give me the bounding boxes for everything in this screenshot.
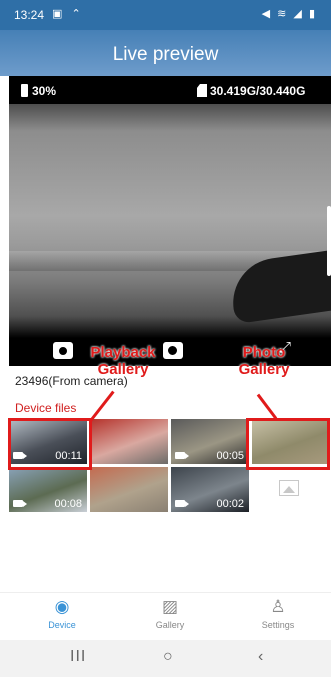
app-header: Live preview [0, 30, 331, 76]
video-duration: 00:05 [216, 450, 244, 462]
edge-panel-handle[interactable] [327, 206, 331, 276]
take-photo-button[interactable] [53, 342, 73, 359]
nav-device[interactable]: ◉ Device [22, 597, 102, 630]
bottom-nav: ◉ Device ▨ Gallery ♙ Settings [0, 592, 331, 640]
preview-info-bar: 30% 30.419G/30.440G [9, 76, 331, 104]
signal-battery-icons: ◀ ≋ ◢ ▮ [261, 8, 317, 20]
notification-icons: ▣ ⌃ [52, 8, 84, 20]
live-preview-view[interactable]: 30% 30.419G/30.440G ⤢ [9, 76, 331, 366]
nav-gallery[interactable]: ▨ Gallery [130, 597, 210, 630]
device-files-label: Device files [15, 401, 77, 415]
nav-settings[interactable]: ♙ Settings [238, 597, 318, 630]
nav-settings-label: Settings [261, 620, 295, 630]
video-camera-icon [13, 500, 27, 507]
recents-button[interactable]: III [70, 648, 86, 666]
battery-level: 30% [32, 84, 57, 98]
video-thumbnail[interactable]: 00:02 [170, 466, 250, 513]
video-thumbnail[interactable]: 00:05 [170, 418, 250, 465]
battery-icon [21, 84, 28, 97]
storage-usage: 30.419G/30.440G [210, 84, 306, 98]
video-duration: 00:02 [216, 498, 244, 510]
photo-arrow [256, 393, 278, 420]
photo-gallery-highlight [246, 418, 330, 470]
page-title: Live preview [112, 44, 219, 65]
settings-icon: ♙ [270, 597, 286, 616]
video-thumbnail[interactable] [89, 418, 169, 465]
playback-gallery-highlight [8, 418, 92, 470]
status-time: 13:24 [14, 8, 45, 22]
system-nav-bar: III ○ ‹ [0, 640, 331, 677]
video-thumbnail[interactable] [89, 466, 169, 513]
playback-gallery-annotation: Playback Gallery [90, 344, 156, 378]
sd-card-icon [197, 84, 207, 97]
video-camera-icon [175, 500, 189, 507]
video-camera-icon [175, 452, 189, 459]
camera-icon: ◉ [54, 597, 70, 616]
home-button[interactable]: ○ [163, 648, 173, 666]
video-thumbnail[interactable]: 00:08 [8, 466, 88, 513]
photo-gallery-annotation: Photo Gallery [238, 344, 290, 378]
nav-device-label: Device [48, 620, 76, 630]
status-bar: 13:24 ▣ ⌃ ◀ ≋ ◢ ▮ [0, 0, 331, 30]
back-button[interactable]: ‹ [258, 648, 263, 666]
nav-gallery-label: Gallery [155, 620, 185, 630]
image-placeholder-icon [279, 480, 299, 496]
video-duration: 00:08 [54, 498, 82, 510]
empty-thumbnail[interactable] [249, 466, 329, 512]
gallery-icon: ▨ [161, 597, 179, 616]
